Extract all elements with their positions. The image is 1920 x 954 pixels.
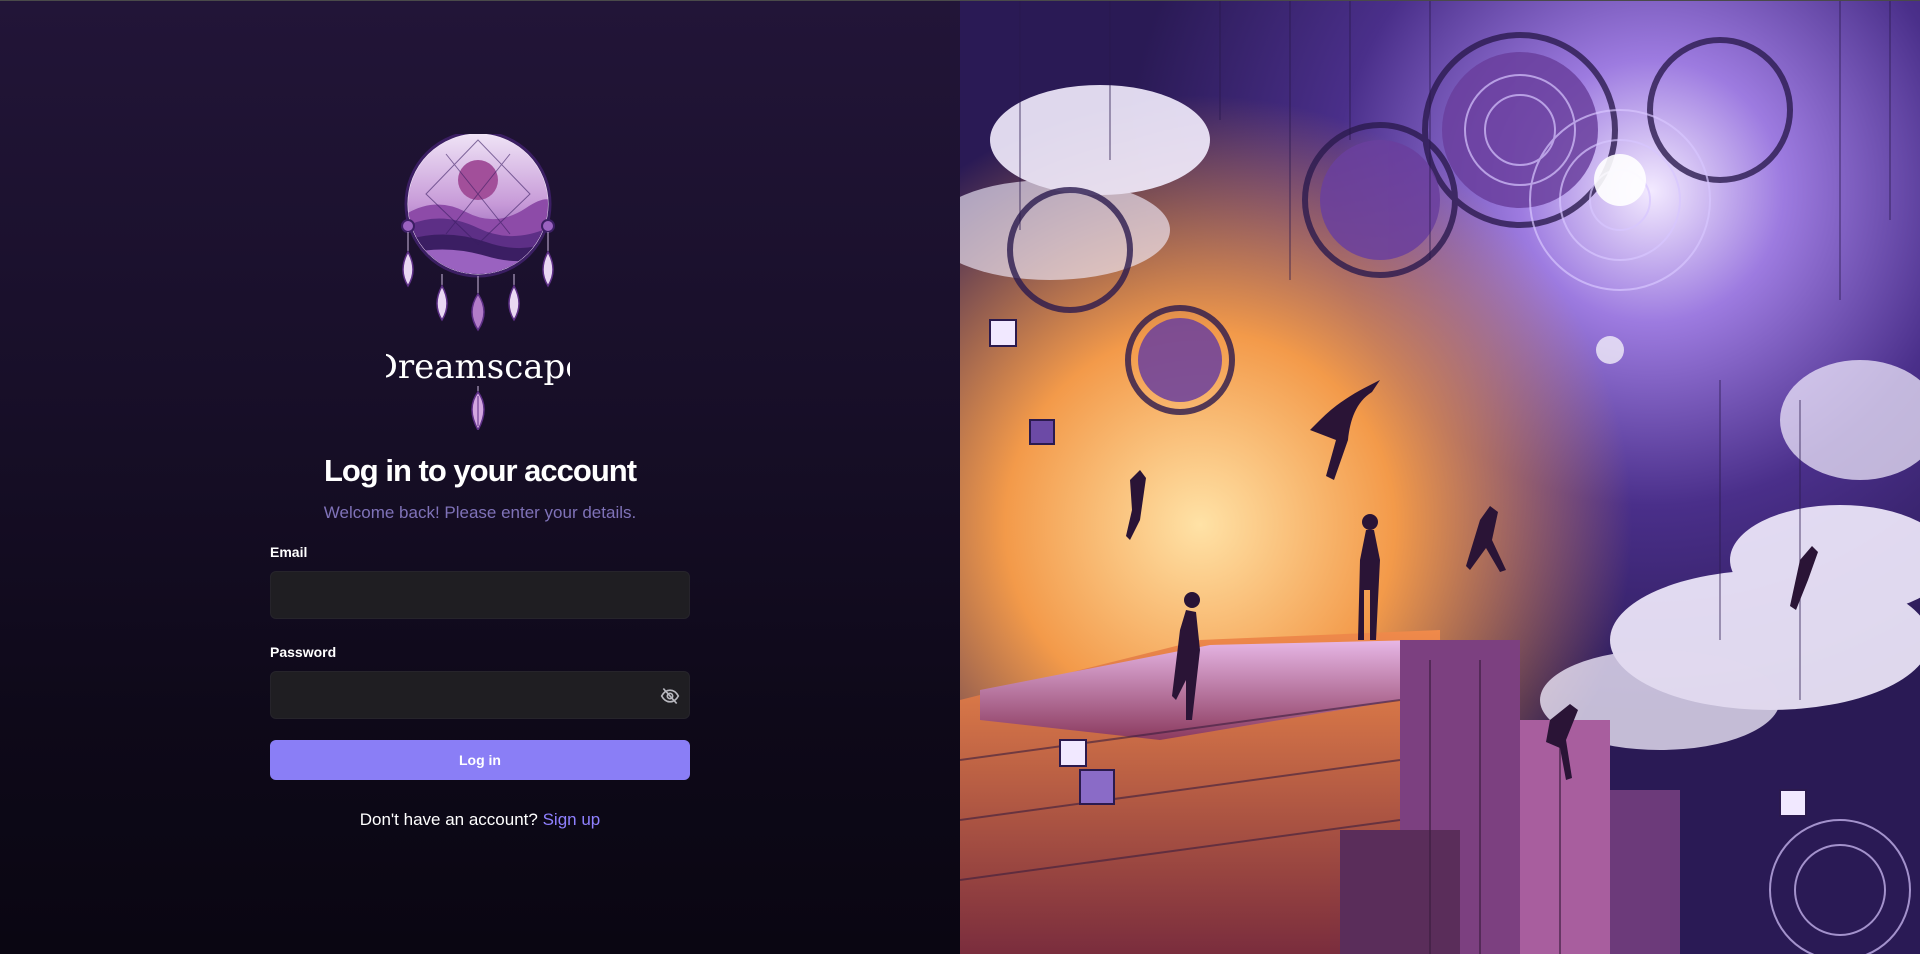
dreamscape-artwork-illustration bbox=[960, 0, 1920, 954]
signup-prompt-text: Don't have an account? bbox=[359, 810, 538, 829]
login-panel: Dreamscape Log in to your account Welcom… bbox=[0, 0, 960, 954]
signup-link[interactable]: Sign up bbox=[543, 810, 601, 829]
window-top-border bbox=[0, 0, 1920, 1]
brand-wordmark: Dreamscape bbox=[386, 347, 570, 387]
email-label: Email bbox=[270, 544, 308, 560]
page-title: Log in to your account bbox=[323, 453, 637, 488]
password-field[interactable] bbox=[270, 671, 690, 719]
eye-off-icon[interactable] bbox=[660, 686, 680, 706]
hero-artwork bbox=[960, 0, 1920, 954]
signup-prompt: Don't have an account? Sign up bbox=[0, 810, 960, 830]
page-subtitle: Welcome back! Please enter your details. bbox=[323, 503, 637, 522]
login-page: Dreamscape Log in to your account Welcom… bbox=[0, 0, 1920, 954]
dreamcatcher-logo-icon: Dreamscape bbox=[386, 134, 570, 430]
password-label: Password bbox=[270, 644, 337, 660]
email-field[interactable] bbox=[270, 571, 690, 619]
login-button[interactable]: Log in bbox=[270, 740, 690, 780]
